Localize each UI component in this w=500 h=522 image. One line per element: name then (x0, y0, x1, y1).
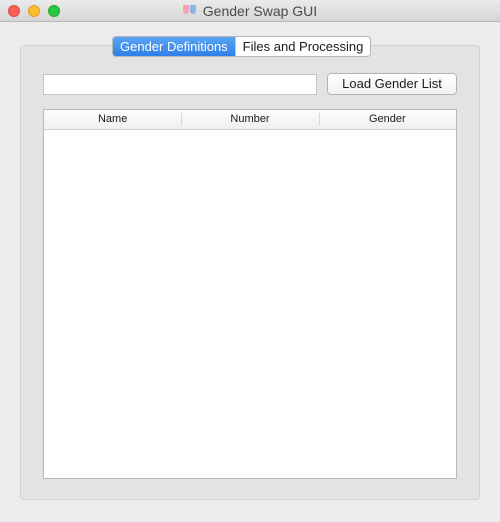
column-header-gender[interactable]: Gender (318, 110, 456, 129)
column-header-name[interactable]: Name (44, 110, 181, 129)
tab-files-and-processing[interactable]: Files and Processing (234, 37, 371, 56)
app-window: Gender Swap GUI Gender Definitions Files… (0, 0, 500, 522)
table-body[interactable] (44, 130, 456, 478)
window-title: Gender Swap GUI (202, 3, 318, 19)
load-gender-list-button[interactable]: Load Gender List (327, 73, 457, 95)
tab-bar: Gender Definitions Files and Processing (112, 36, 372, 57)
table-header: Name Number Gender (44, 110, 456, 130)
app-icon (182, 5, 197, 17)
title-container: Gender Swap GUI (0, 0, 500, 22)
gender-list-path-input[interactable] (43, 74, 317, 95)
column-header-number[interactable]: Number (181, 110, 318, 129)
gender-table[interactable]: Name Number Gender (43, 109, 457, 479)
title-bar[interactable]: Gender Swap GUI (0, 0, 500, 22)
tab-gender-definitions[interactable]: Gender Definitions (113, 37, 235, 56)
